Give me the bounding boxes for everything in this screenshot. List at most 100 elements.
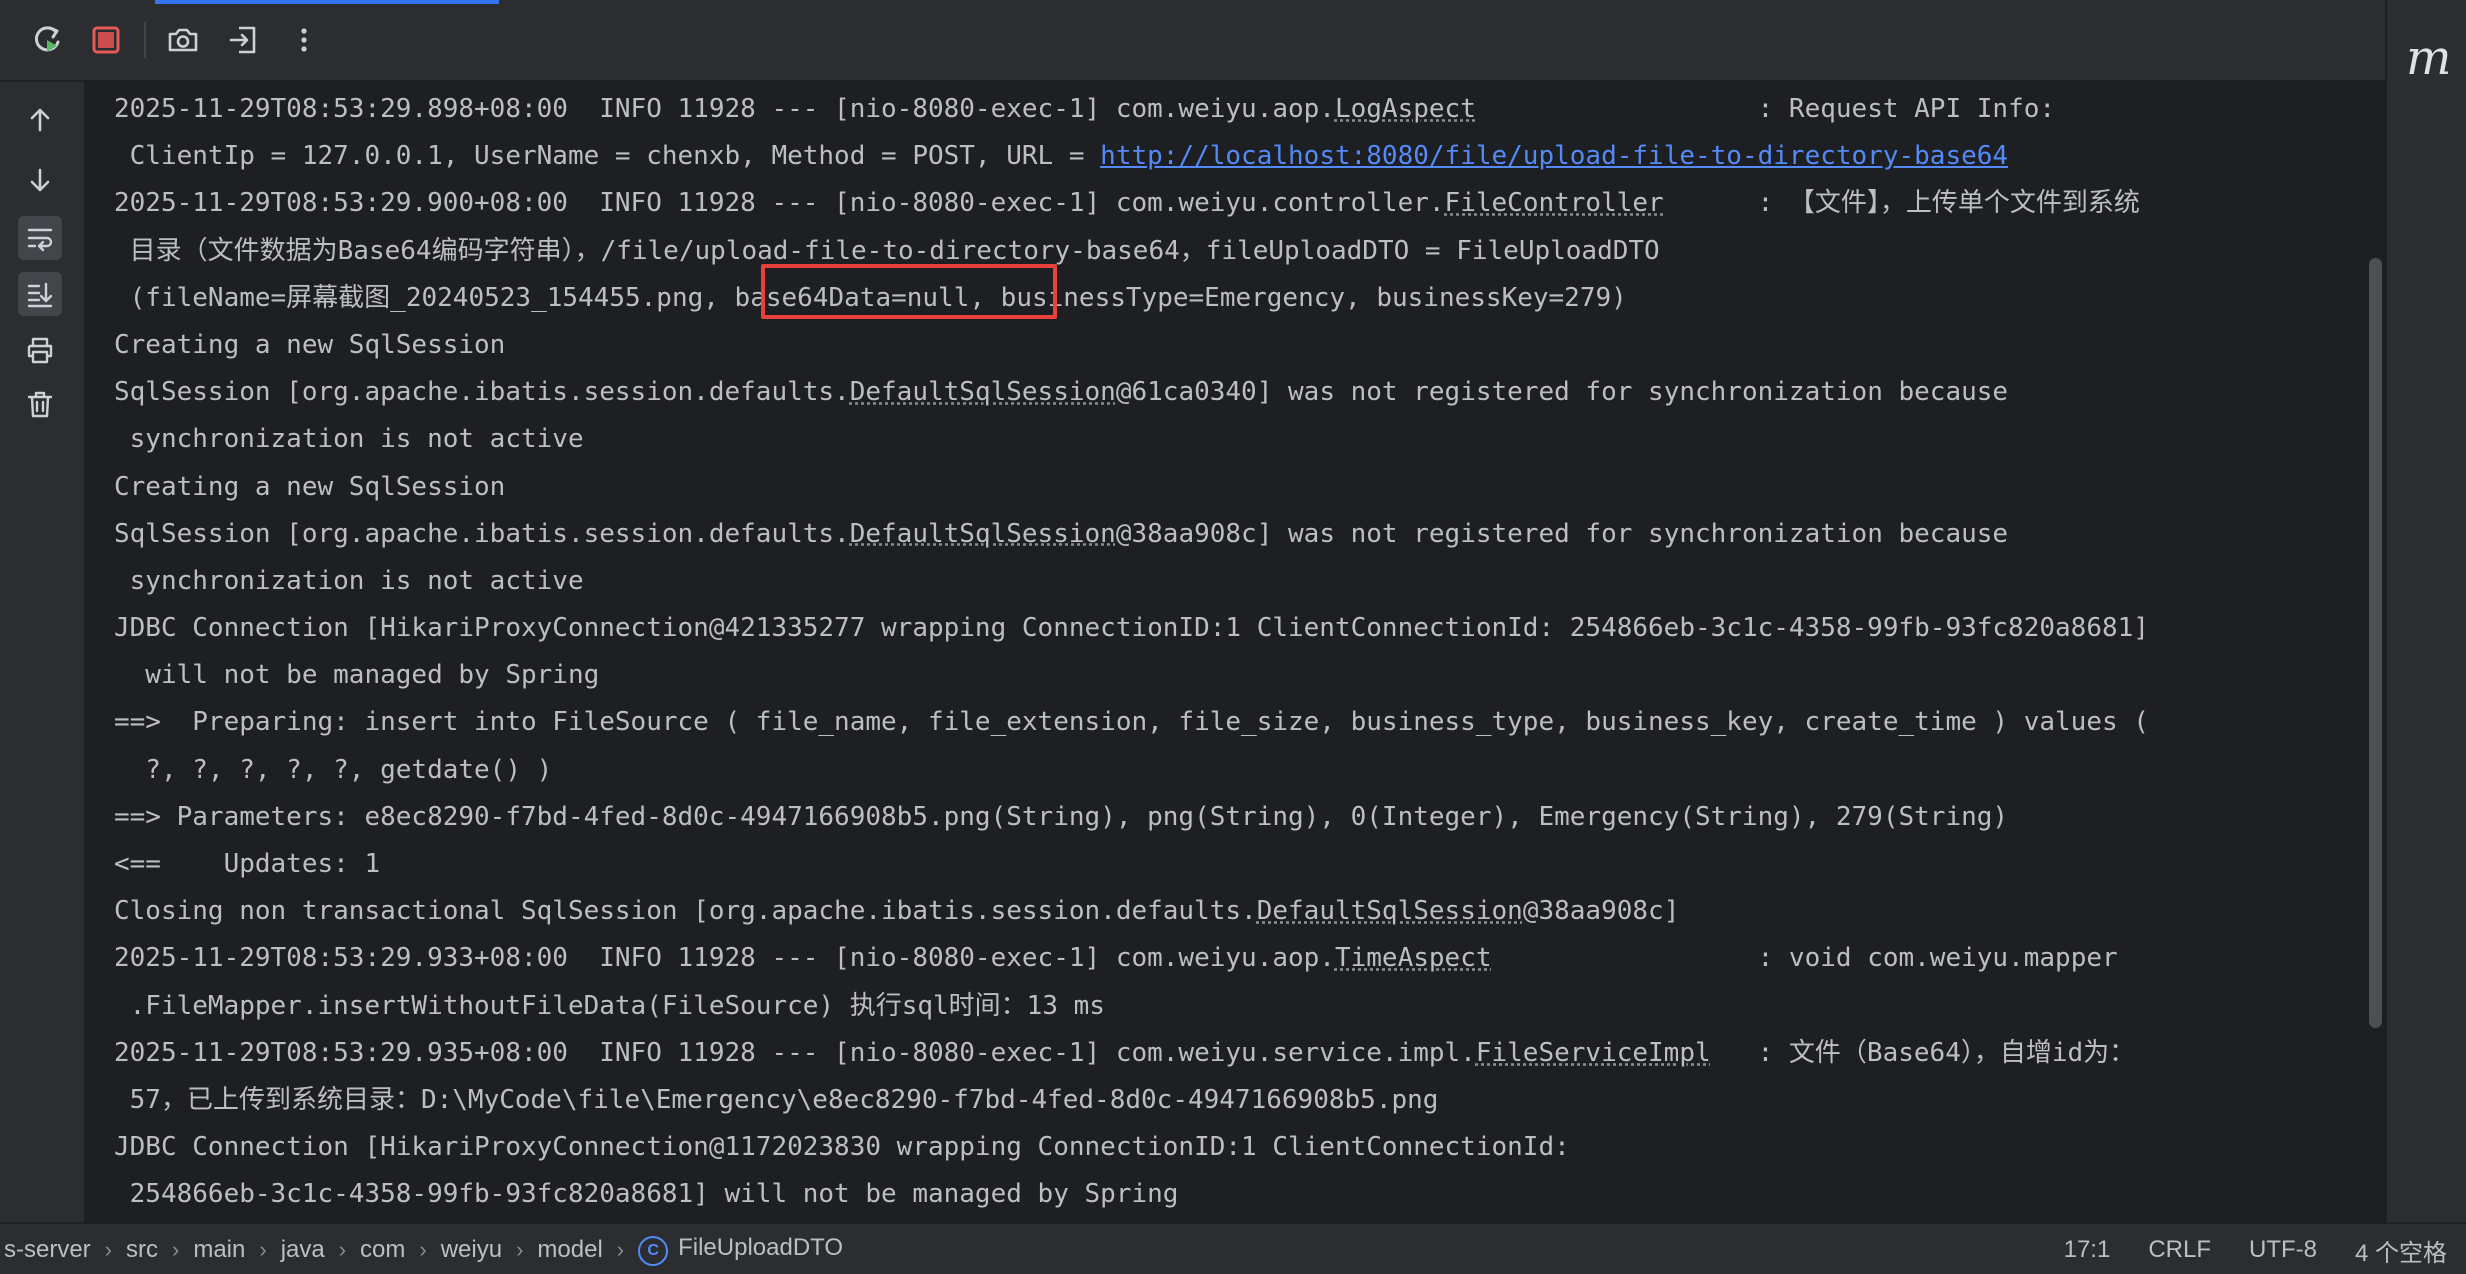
- trash-icon: [25, 389, 55, 419]
- log-text: Creating a new SqlSession: [114, 472, 505, 502]
- exit-button[interactable]: [224, 20, 264, 60]
- log-text: ==> Preparing: insert into FileSource ( …: [114, 707, 2149, 737]
- log-text: JDBC Connection [HikariProxyConnection@1…: [114, 1132, 1570, 1162]
- log-line: 2025-11-29T08:53:29.900+08:00 INFO 11928…: [114, 180, 2149, 227]
- breadcrumb-class-label: FileUploadDTO: [678, 1234, 843, 1261]
- breadcrumb: s-server › src › main › java › com › wei…: [0, 1224, 847, 1274]
- log-text: synchronization is not active: [114, 424, 584, 454]
- class-reference-link[interactable]: FileController: [1445, 188, 1664, 218]
- clear-all-button[interactable]: [18, 382, 62, 426]
- scrollbar-thumb[interactable]: [2369, 258, 2382, 1028]
- log-text: SqlSession [org.apache.ibatis.session.de…: [114, 377, 850, 407]
- log-line: (fileName=屏幕截图_20240523_154455.png, base…: [114, 275, 2149, 322]
- indent-widget[interactable]: 4 个空格: [2336, 1233, 2466, 1268]
- log-line: 2025-11-29T08:53:29.898+08:00 INFO 11928…: [114, 86, 2149, 133]
- log-text: 2025-11-29T08:53:29.935+08:00 INFO 11928…: [114, 1038, 1476, 1068]
- scroll-to-end-icon: [25, 279, 55, 309]
- class-reference-link[interactable]: DefaultSqlSession: [850, 519, 1116, 549]
- log-text: SqlSession [org.apache.ibatis.session.de…: [114, 519, 850, 549]
- soft-wrap-toggle[interactable]: [18, 216, 62, 260]
- line-separator-widget[interactable]: CRLF: [2129, 1236, 2230, 1264]
- chevron-right-icon: ›: [249, 1237, 276, 1263]
- log-text: @38aa908c] was not registered for synchr…: [1116, 519, 2008, 549]
- log-text: 2025-11-29T08:53:29.900+08:00 INFO 11928…: [114, 188, 1445, 218]
- log-text: .FileMapper.insertWithoutFileData(FileSo…: [114, 991, 1105, 1021]
- log-text: <== Updates: 1: [114, 849, 380, 879]
- log-text: ?, ?, ?, ?, ?, getdate() ): [114, 755, 552, 785]
- log-line: JDBC Connection [HikariProxyConnection@4…: [114, 605, 2149, 652]
- log-text: ClientIp = 127.0.0.1, UserName = chenxb,…: [114, 141, 1100, 171]
- right-tool-strip: [2385, 0, 2466, 1222]
- vertical-scrollbar[interactable]: [2366, 82, 2385, 1222]
- log-line: SqlSession [org.apache.ibatis.session.de…: [114, 511, 2149, 558]
- breadcrumb-item-main[interactable]: main: [189, 1236, 249, 1264]
- request-url-link[interactable]: http://localhost:8080/file/upload-file-t…: [1100, 141, 2008, 171]
- breadcrumb-item-src[interactable]: src: [122, 1236, 162, 1264]
- chevron-right-icon: ›: [95, 1237, 122, 1263]
- log-text: 57，已上传到系统目录：D:\MyCode\file\Emergency\e8e…: [114, 1085, 1438, 1115]
- arrow-up-icon: [26, 106, 54, 134]
- log-text: Closing non transactional SqlSession [or…: [114, 896, 1257, 926]
- scroll-down-button[interactable]: [18, 158, 62, 202]
- chevron-right-icon: ›: [409, 1237, 436, 1263]
- log-line: ==> Parameters: e8ec8290-f7bd-4fed-8d0c-…: [114, 794, 2149, 841]
- chevron-right-icon: ›: [329, 1237, 356, 1263]
- log-line: 目录（文件数据为Base64编码字符串），/file/upload-file-t…: [114, 228, 2149, 275]
- log-line: synchronization is not active: [114, 558, 2149, 605]
- print-button[interactable]: [18, 328, 62, 372]
- log-text: : 文件（Base64），自增id为：: [1711, 1038, 2136, 1068]
- log-text: Creating a new SqlSession: [114, 330, 505, 360]
- console-output[interactable]: 2025-11-29T08:53:29.898+08:00 INFO 11928…: [86, 82, 2366, 1222]
- log-line: Closing non transactional SqlSession [or…: [114, 888, 2149, 935]
- class-reference-link[interactable]: TimeAspect: [1335, 943, 1492, 973]
- log-line: <== Updates: 1: [114, 841, 2149, 888]
- log-text: : void com.weiyu.mapper: [1492, 943, 2118, 973]
- status-widgets: 17:1 CRLF UTF-8 4 个空格: [2045, 1224, 2466, 1274]
- breadcrumb-item-java[interactable]: java: [277, 1236, 329, 1264]
- class-reference-link[interactable]: DefaultSqlSession: [850, 377, 1116, 407]
- maven-tool-button[interactable]: m: [2406, 30, 2452, 86]
- console-gutter: [0, 82, 86, 1222]
- log-text: synchronization is not active: [114, 566, 584, 596]
- active-tab-indicator: [155, 0, 499, 4]
- chevron-right-icon: ›: [607, 1237, 634, 1263]
- log-line: ==> Preparing: insert into FileSource ( …: [114, 699, 2149, 746]
- caret-position[interactable]: 17:1: [2045, 1236, 2130, 1264]
- toolbar-separator: [144, 22, 146, 58]
- breadcrumb-item-module[interactable]: s-server: [0, 1236, 95, 1264]
- log-text: will not be managed by Spring: [114, 660, 599, 690]
- scroll-to-end-toggle[interactable]: [18, 272, 62, 316]
- log-text: (fileName=屏幕截图_20240523_154455.png, base…: [114, 283, 1627, 313]
- log-line: ?, ?, ?, ?, ?, getdate() ): [114, 747, 2149, 794]
- breadcrumb-item-model[interactable]: model: [533, 1236, 606, 1264]
- rerun-button[interactable]: [28, 20, 68, 60]
- encoding-widget[interactable]: UTF-8: [2230, 1236, 2336, 1264]
- log-line: JDBC Connection [HikariProxyConnection@1…: [114, 1124, 2149, 1171]
- console-toolbar: [0, 0, 2385, 82]
- status-bar: s-server › src › main › java › com › wei…: [0, 1222, 2466, 1274]
- breadcrumb-item-class[interactable]: C FileUploadDTO: [634, 1234, 847, 1266]
- log-line: 2025-11-29T08:53:29.935+08:00 INFO 11928…: [114, 1030, 2149, 1077]
- log-line: will not be managed by Spring: [114, 652, 2149, 699]
- log-text: @38aa908c]: [1523, 896, 1680, 926]
- log-line: Creating a new SqlSession: [114, 322, 2149, 369]
- class-icon: C: [638, 1236, 668, 1266]
- class-reference-link[interactable]: FileServiceImpl: [1476, 1038, 1711, 1068]
- log-text: 254866eb-3c1c-4358-99fb-93fc820a8681] wi…: [114, 1179, 1178, 1209]
- breadcrumb-item-weiyu[interactable]: weiyu: [437, 1236, 506, 1264]
- log-text: 2025-11-29T08:53:29.898+08:00 INFO 11928…: [114, 94, 1335, 124]
- scroll-up-button[interactable]: [18, 98, 62, 142]
- log-line: SqlSession [org.apache.ibatis.session.de…: [114, 369, 2149, 416]
- log-text: 目录（文件数据为Base64编码字符串），/file/upload-file-t…: [114, 236, 1660, 266]
- breadcrumb-item-com[interactable]: com: [356, 1236, 409, 1264]
- log-text: : Request API Info:: [1476, 94, 2055, 124]
- log-lines: 2025-11-29T08:53:29.898+08:00 INFO 11928…: [114, 86, 2149, 1219]
- class-reference-link[interactable]: LogAspect: [1335, 94, 1476, 124]
- log-line: 2025-11-29T08:53:29.933+08:00 INFO 11928…: [114, 935, 2149, 982]
- stop-icon: [90, 24, 122, 56]
- screenshot-button[interactable]: [163, 20, 203, 60]
- more-options-button[interactable]: [284, 20, 324, 60]
- stop-button[interactable]: [86, 20, 126, 60]
- camera-icon: [166, 23, 200, 57]
- class-reference-link[interactable]: DefaultSqlSession: [1257, 896, 1523, 926]
